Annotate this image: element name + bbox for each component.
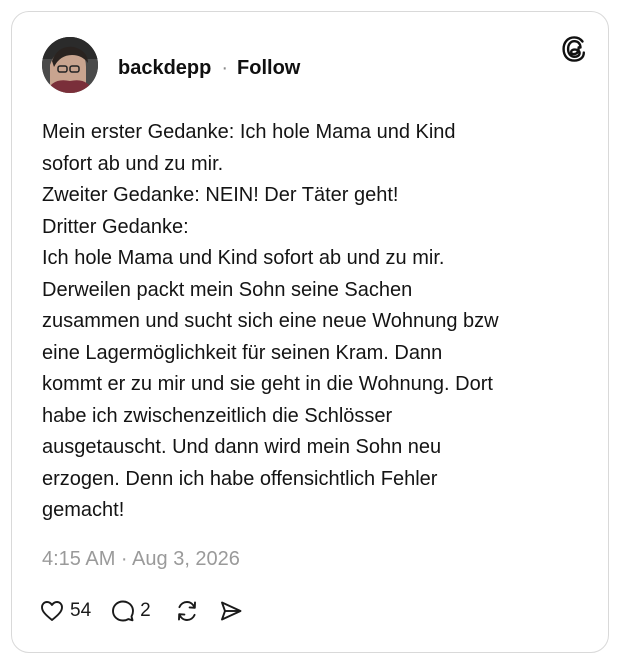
share-button[interactable] (219, 599, 243, 623)
threads-post-card: backdepp · Follow Mein erster Gedanke: I… (11, 11, 609, 653)
like-count: 54 (70, 600, 92, 621)
threads-logo-icon[interactable] (561, 35, 587, 63)
username-link[interactable]: backdepp (118, 56, 211, 80)
heart-icon (41, 601, 63, 621)
reply-count: 2 (140, 600, 151, 621)
repost-button[interactable] (175, 599, 199, 623)
action-bar: 54 2 (40, 597, 243, 625)
repost-icon (177, 601, 196, 621)
speech-bubble-icon (112, 600, 135, 622)
like-button[interactable]: 54 (40, 600, 91, 622)
post-header: backdepp · Follow (118, 56, 300, 80)
avatar[interactable] (42, 37, 98, 93)
follow-button[interactable]: Follow (237, 56, 300, 80)
separator-dot: · (221, 57, 229, 79)
send-icon (220, 601, 242, 621)
post-body-text: Mein erster Gedanke: Ich hole Mama und K… (42, 121, 499, 521)
post-timestamp[interactable]: 4:15 AM · Aug 3, 2026 (42, 546, 240, 572)
reply-button[interactable]: 2 (111, 599, 151, 623)
